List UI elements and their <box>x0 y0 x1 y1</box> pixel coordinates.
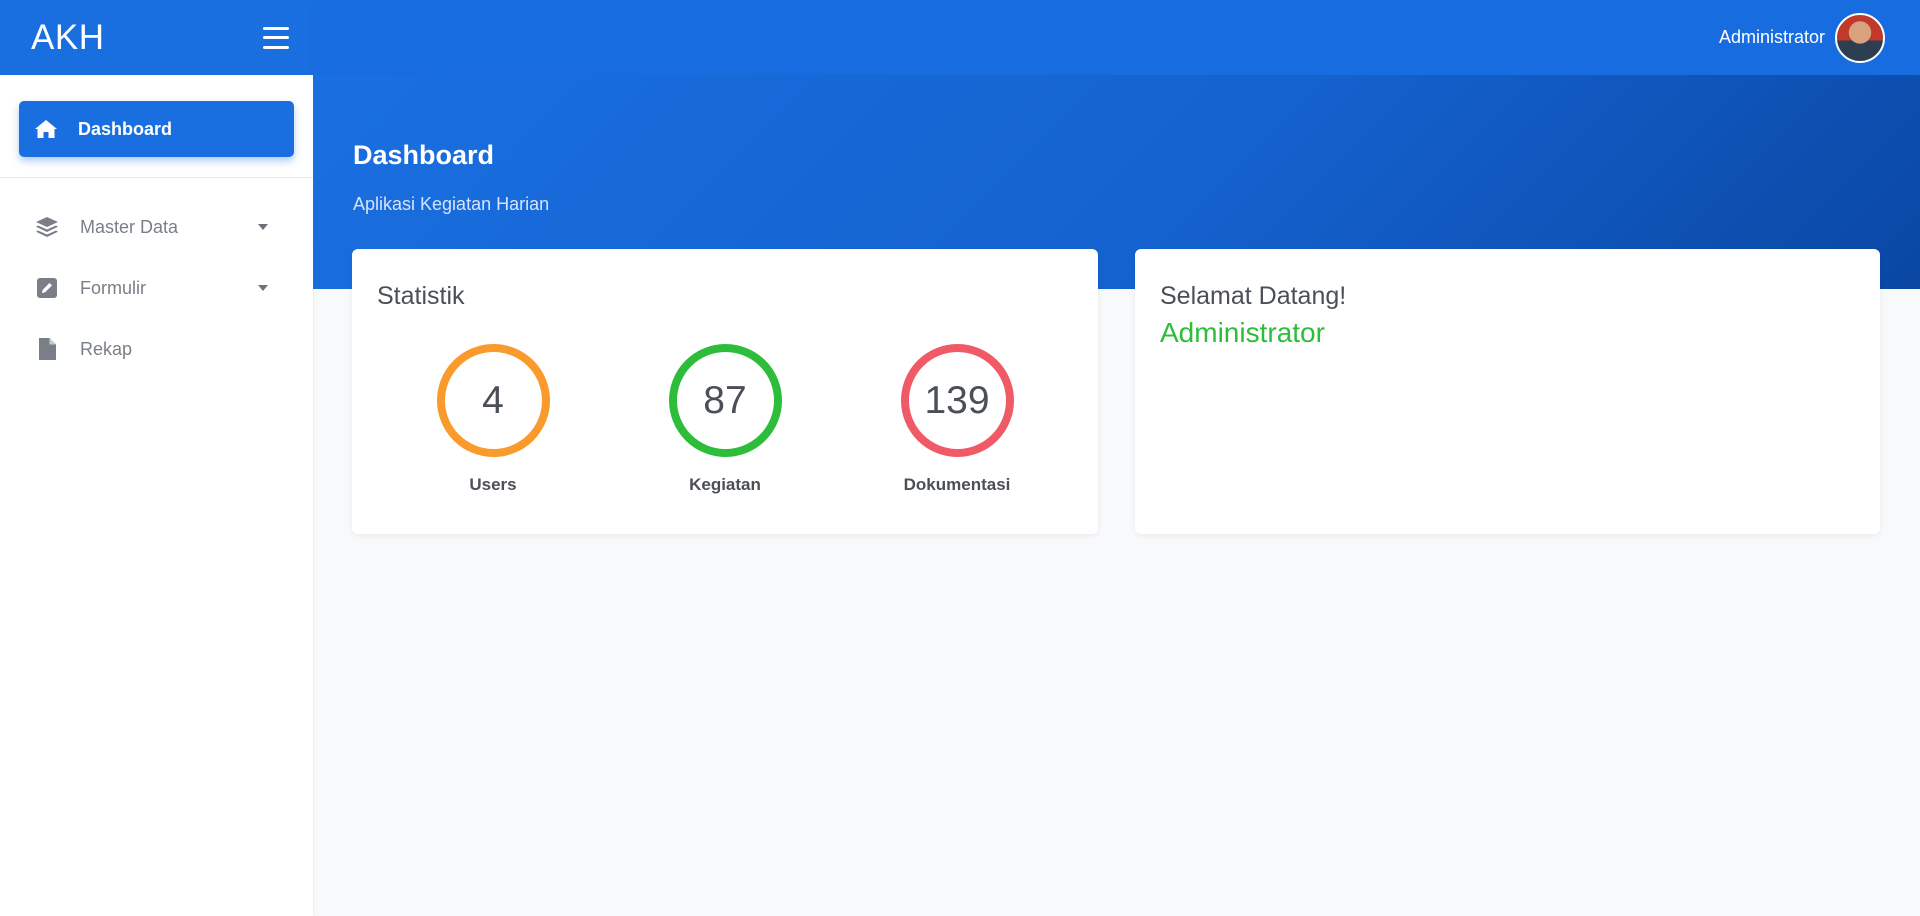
home-icon <box>34 117 58 141</box>
sidebar: Dashboard Master Data Formulir Rekap <box>0 75 313 916</box>
stat-dokumentasi: 139 Dokumentasi <box>877 344 1037 495</box>
sidebar-item-master-data[interactable]: Master Data <box>0 202 313 252</box>
stats-card: Statistik 4 Users 87 Kegiatan 139 Dokume… <box>352 249 1098 534</box>
stat-label: Users <box>469 475 517 494</box>
file-icon <box>35 337 59 361</box>
menu-toggle-icon[interactable] <box>263 26 289 49</box>
layers-icon <box>35 215 59 239</box>
sidebar-item-label: Rekap <box>80 338 133 359</box>
sidebar-item-label: Master Data <box>80 216 179 237</box>
sidebar-divider <box>0 177 313 178</box>
stat-label: Kegiatan <box>689 475 761 494</box>
sidebar-item-dashboard[interactable]: Dashboard <box>19 101 294 157</box>
welcome-user-name: Administrator <box>1160 317 1325 348</box>
stat-ring: 139 <box>900 344 1014 457</box>
avatar[interactable] <box>1835 12 1885 63</box>
welcome-greeting: Selamat Datang! <box>1160 282 1347 310</box>
page-title: Dashboard <box>353 140 495 170</box>
card-title: Statistik <box>377 282 465 310</box>
stat-users: 4 Users <box>413 344 573 495</box>
welcome-card: Selamat Datang! Administrator <box>1135 249 1880 534</box>
sidebar-item-formulir[interactable]: Formulir <box>0 263 313 313</box>
brand-bar: AKH <box>0 0 313 75</box>
chevron-down-icon <box>258 285 268 291</box>
edit-icon <box>35 276 59 300</box>
page-subtitle: Aplikasi Kegiatan Harian <box>353 194 550 214</box>
sidebar-item-label: Formulir <box>80 277 146 298</box>
sidebar-item-rekap[interactable]: Rekap <box>0 324 313 374</box>
top-navbar: Administrator <box>313 0 1920 75</box>
sidebar-item-label: Dashboard <box>78 118 173 139</box>
user-name[interactable]: Administrator <box>1719 27 1825 48</box>
chevron-down-icon <box>258 224 268 230</box>
stat-kegiatan: 87 Kegiatan <box>645 344 805 495</box>
stat-label: Dokumentasi <box>903 475 1011 494</box>
stat-ring: 87 <box>668 344 782 457</box>
stat-ring: 4 <box>436 344 550 457</box>
brand-title[interactable]: AKH <box>31 18 104 58</box>
